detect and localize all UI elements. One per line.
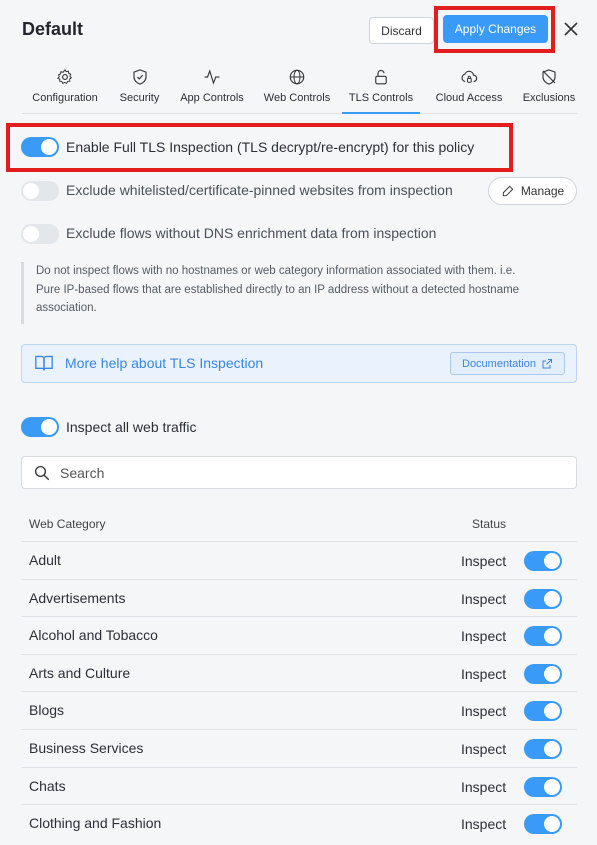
table-row: Clothing and Fashion Inspect xyxy=(21,804,577,842)
inspect-toggle[interactable] xyxy=(524,626,562,647)
inspect-toggle[interactable] xyxy=(524,663,562,684)
search-box xyxy=(21,456,577,489)
external-link-icon xyxy=(542,358,552,368)
globe-icon xyxy=(289,69,305,85)
table-row: Chats Inspect xyxy=(21,766,577,805)
category-name: Advertisements xyxy=(29,589,126,606)
category-name: Arts and Culture xyxy=(29,664,131,681)
category-table: Adult Inspect Advertisements Inspect Alc… xyxy=(21,541,577,842)
exclude-no-dns-label: Exclude flows without DNS enrichment dat… xyxy=(66,225,437,241)
info-note: Do not inspect flows with no hostnames o… xyxy=(21,262,541,324)
column-header-category: Web Category xyxy=(29,517,106,531)
tab-tls-controls[interactable]: TLS Controls xyxy=(342,58,420,114)
tab-app-controls[interactable]: App Controls xyxy=(176,58,248,114)
status-text: Inspect xyxy=(461,740,507,757)
status-text: Inspect xyxy=(461,590,507,607)
category-name: Clothing and Fashion xyxy=(29,815,162,832)
inspect-toggle[interactable] xyxy=(524,738,562,759)
table-row: Business Services Inspect xyxy=(21,728,577,767)
category-name: Alcohol and Tobacco xyxy=(29,627,158,644)
cloud-lock-icon xyxy=(461,70,478,83)
tab-label: TLS Controls xyxy=(348,92,414,104)
documentation-button[interactable]: Documentation xyxy=(450,352,565,375)
tab-bar: Configuration Security App Controls Web … xyxy=(22,58,577,114)
manage-label: Manage xyxy=(520,184,565,198)
help-banner: More help about TLS Inspection Documenta… xyxy=(21,344,577,383)
activity-icon xyxy=(204,69,220,85)
tab-label: Security xyxy=(119,92,160,104)
shield-off-icon xyxy=(542,69,556,85)
documentation-label: Documentation xyxy=(462,357,536,370)
gear-icon xyxy=(57,69,73,85)
inspect-all-toggle[interactable] xyxy=(21,417,59,437)
tab-configuration[interactable]: Configuration xyxy=(26,58,104,114)
tab-security[interactable]: Security xyxy=(112,58,167,114)
status-text: Inspect xyxy=(461,816,507,833)
search-input[interactable] xyxy=(60,458,560,487)
status-text: Inspect xyxy=(461,628,507,645)
tab-label: Web Controls xyxy=(263,92,331,104)
exclude-whitelisted-label: Exclude whitelisted/certificate-pinned w… xyxy=(66,182,453,198)
category-name: Business Services xyxy=(29,739,144,756)
tab-label: Cloud Access xyxy=(435,92,503,104)
category-name: Chats xyxy=(29,777,66,794)
category-name: Blogs xyxy=(29,702,65,719)
tab-exclusions[interactable]: Exclusions xyxy=(518,58,580,114)
tab-label: Configuration xyxy=(32,92,98,104)
lock-icon xyxy=(375,69,387,85)
discard-button[interactable]: Discard xyxy=(369,17,434,44)
table-row: Alcohol and Tobacco Inspect xyxy=(21,616,577,654)
edit-icon xyxy=(502,185,514,197)
exclude-no-dns-toggle[interactable] xyxy=(21,224,59,244)
table-row: Blogs Inspect xyxy=(21,691,577,729)
shield-check-icon xyxy=(132,69,147,85)
full-tls-label: Enable Full TLS Inspection (TLS decrypt/… xyxy=(66,139,475,155)
inspect-toggle[interactable] xyxy=(524,588,562,609)
inspect-all-label: Inspect all web traffic xyxy=(66,419,197,435)
inspect-toggle[interactable] xyxy=(524,776,562,797)
category-name: Adult xyxy=(29,552,61,568)
full-tls-toggle[interactable] xyxy=(21,137,59,157)
search-icon xyxy=(34,465,50,481)
book-open-icon xyxy=(35,355,53,371)
tab-web-controls[interactable]: Web Controls xyxy=(260,58,334,114)
inspect-toggle[interactable] xyxy=(524,814,562,835)
apply-changes-button[interactable]: Apply Changes xyxy=(443,15,548,43)
status-text: Inspect xyxy=(461,778,507,795)
exclude-whitelisted-toggle[interactable] xyxy=(21,181,59,201)
help-link[interactable]: More help about TLS Inspection xyxy=(65,355,263,371)
table-row: Adult Inspect xyxy=(21,541,577,579)
tab-label: Exclusions xyxy=(522,92,576,104)
page-title: Default xyxy=(22,19,84,39)
inspect-toggle[interactable] xyxy=(524,551,562,571)
tab-cloud-access[interactable]: Cloud Access xyxy=(430,58,508,114)
manage-button[interactable]: Manage xyxy=(488,177,577,205)
close-icon[interactable] xyxy=(561,19,581,39)
status-text: Inspect xyxy=(461,553,507,569)
tab-label: App Controls xyxy=(180,92,244,104)
table-row: Arts and Culture Inspect xyxy=(21,653,577,692)
status-text: Inspect xyxy=(461,665,507,682)
inspect-toggle[interactable] xyxy=(524,701,562,722)
panel-header: Default Discard Apply Changes xyxy=(0,0,597,58)
status-text: Inspect xyxy=(461,703,507,720)
table-row: Advertisements Inspect xyxy=(21,578,577,617)
column-header-status: Status xyxy=(472,517,507,531)
